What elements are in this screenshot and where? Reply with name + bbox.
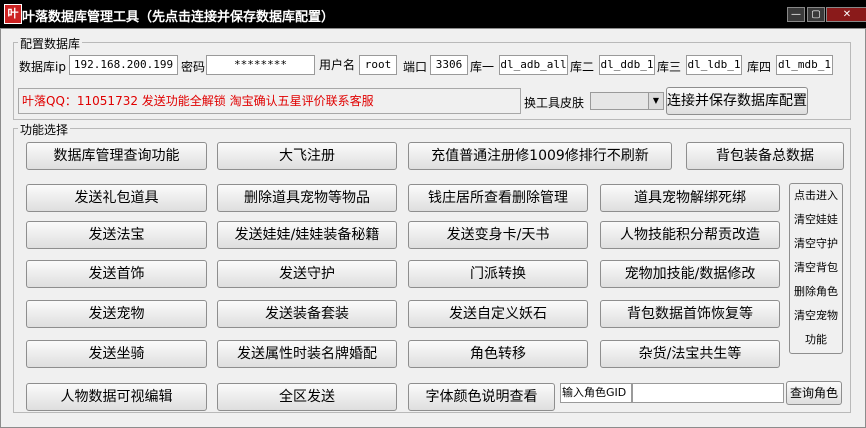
functions-legend: 功能选择 bbox=[18, 121, 71, 138]
send-gift-item-button[interactable]: 发送礼包道具 bbox=[26, 184, 207, 212]
window-title: 叶落数据库管理工具（先点击连接并保存数据库配置） bbox=[22, 10, 335, 25]
skill-points-modify-button[interactable]: 人物技能积分帮贡改造 bbox=[600, 221, 780, 249]
send-mount-button[interactable]: 发送坐骑 bbox=[26, 340, 207, 368]
bag-equip-data-button[interactable]: 背包装备总数据 bbox=[686, 142, 844, 170]
ip-input[interactable]: 192.168.200.199 bbox=[69, 55, 178, 75]
send-equip-set-button[interactable]: 发送装备套装 bbox=[217, 300, 397, 328]
password-input[interactable]: ******** bbox=[206, 55, 315, 75]
db3-label: 库三 bbox=[657, 60, 682, 74]
bag-restore-button[interactable]: 背包数据首饰恢复等 bbox=[600, 300, 780, 328]
send-guardian-button[interactable]: 发送守护 bbox=[217, 260, 397, 288]
gid-label: 输入角色GID bbox=[560, 383, 632, 403]
db1-label: 库一 bbox=[470, 60, 495, 74]
contact-notice: 叶落QQ：11051732 发送功能全解锁 淘宝确认五星评价联系客服 bbox=[18, 88, 521, 114]
app-icon: 叶 bbox=[4, 4, 22, 24]
quick-clear-panel[interactable]: 点击进入 清空娃娃 清空守护 清空背包 删除角色 清空宠物 功能 bbox=[789, 183, 843, 354]
send-custom-stone-button[interactable]: 发送自定义妖石 bbox=[408, 300, 588, 328]
role-transfer-button[interactable]: 角色转移 bbox=[408, 340, 588, 368]
db-query-button[interactable]: 数据库管理查询功能 bbox=[26, 142, 207, 170]
db-config-legend: 配置数据库 bbox=[18, 35, 83, 52]
side-clear-pet-label: 清空宠物 bbox=[794, 309, 838, 322]
query-role-button[interactable]: 查询角色 bbox=[786, 381, 842, 405]
db4-label: 库四 bbox=[747, 60, 772, 74]
db4-input[interactable]: dl_mdb_1 bbox=[776, 55, 833, 75]
send-transform-card-button[interactable]: 发送变身卡/天书 bbox=[408, 221, 588, 249]
close-button[interactable]: ✕ bbox=[826, 7, 866, 22]
side-function-label: 功能 bbox=[805, 333, 827, 346]
delete-items-button[interactable]: 删除道具宠物等物品 bbox=[217, 184, 397, 212]
chevron-down-icon[interactable]: ▼ bbox=[648, 93, 663, 109]
send-fabao-button[interactable]: 发送法宝 bbox=[26, 221, 207, 249]
user-label: 用户名 bbox=[319, 58, 356, 72]
gid-input[interactable] bbox=[632, 383, 784, 403]
send-all-zones-button[interactable]: 全区发送 bbox=[217, 383, 397, 411]
db3-input[interactable]: dl_ldb_1 bbox=[686, 55, 742, 75]
send-jewelry-button[interactable]: 发送首饰 bbox=[26, 260, 207, 288]
skin-select[interactable]: ▼ bbox=[590, 92, 664, 110]
db1-input[interactable]: dl_adb_all bbox=[499, 55, 568, 75]
dafei-register-button[interactable]: 大飞注册 bbox=[217, 142, 397, 170]
side-clear-guardian-label: 清空守护 bbox=[794, 237, 838, 250]
recharge-register-button[interactable]: 充值普通注册修1009修排行不刷新 bbox=[408, 142, 672, 170]
skin-label: 换工具皮肤 bbox=[524, 96, 585, 110]
password-label: 密码 bbox=[181, 60, 206, 74]
send-doll-button[interactable]: 发送娃娃/娃娃装备秘籍 bbox=[217, 221, 397, 249]
send-pet-button[interactable]: 发送宠物 bbox=[26, 300, 207, 328]
maximize-button[interactable]: ▢ bbox=[807, 7, 825, 22]
user-input[interactable]: root bbox=[359, 55, 397, 75]
connect-save-button[interactable]: 连接并保存数据库配置 bbox=[666, 87, 808, 115]
port-label: 端口 bbox=[403, 60, 428, 74]
side-enter-label: 点击进入 bbox=[794, 189, 838, 202]
db2-input[interactable]: dl_ddb_1 bbox=[599, 55, 655, 75]
minimize-button[interactable]: — bbox=[787, 7, 805, 22]
sect-change-button[interactable]: 门派转换 bbox=[408, 260, 588, 288]
ip-label: 数据库ip bbox=[19, 60, 66, 74]
side-clear-doll-label: 清空娃娃 bbox=[794, 213, 838, 226]
title-bar: 叶 叶落数据库管理工具（先点击连接并保存数据库配置） — ▢ ✕ bbox=[0, 0, 866, 28]
visual-edit-button[interactable]: 人物数据可视编辑 bbox=[26, 383, 207, 411]
misc-symbiosis-button[interactable]: 杂货/法宝共生等 bbox=[600, 340, 780, 368]
pet-skill-modify-button[interactable]: 宠物加技能/数据修改 bbox=[600, 260, 780, 288]
send-fashion-button[interactable]: 发送属性时装名牌婚配 bbox=[217, 340, 397, 368]
bank-house-manage-button[interactable]: 钱庄居所查看删除管理 bbox=[408, 184, 588, 212]
font-color-help-button[interactable]: 字体颜色说明查看 bbox=[408, 383, 555, 411]
unbind-items-button[interactable]: 道具宠物解绑死绑 bbox=[600, 184, 780, 212]
db2-label: 库二 bbox=[570, 60, 595, 74]
port-input[interactable]: 3306 bbox=[430, 55, 468, 75]
side-clear-bag-label: 清空背包 bbox=[794, 261, 838, 274]
side-delete-role-label: 删除角色 bbox=[794, 285, 838, 298]
